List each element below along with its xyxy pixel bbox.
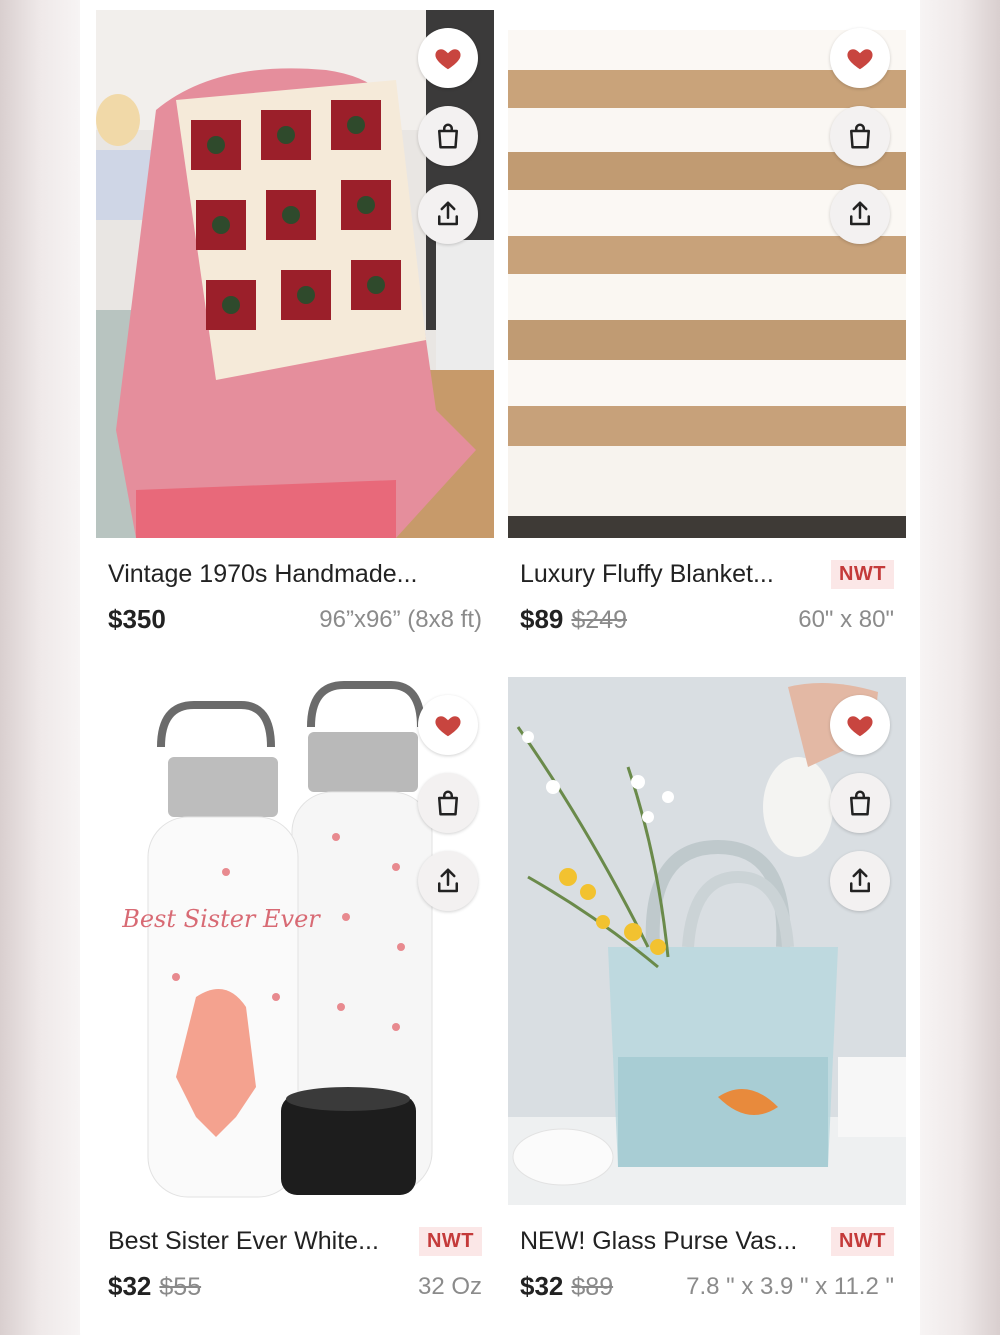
listing-photo[interactable] xyxy=(508,677,906,1205)
current-price: $32 xyxy=(108,1271,152,1301)
listing-size: 7.8 " x 3.9 " x 11.2 " xyxy=(686,1273,894,1300)
listing-title[interactable]: Best Sister Ever White... xyxy=(108,1227,379,1256)
listing-price: $89 $249 xyxy=(520,604,627,635)
listing-card-bottles[interactable]: Best Sister Ever Best Sister Ever White.… xyxy=(96,677,494,1335)
listing-grid: Vintage 1970s Handmade... $350 96”x96” (… xyxy=(80,0,920,1333)
shopping-bag-icon xyxy=(850,790,870,816)
shopping-bag-icon xyxy=(850,123,870,149)
listing-size: 96”x96” (8x8 ft) xyxy=(319,606,482,633)
listing-actions xyxy=(830,695,892,929)
current-price: $32 xyxy=(520,1271,564,1301)
original-price: $249 xyxy=(571,606,628,634)
like-button[interactable] xyxy=(830,28,890,88)
heart-icon xyxy=(847,716,873,737)
current-price: $89 xyxy=(520,604,564,634)
listing-title[interactable]: NEW! Glass Purse Vas... xyxy=(520,1227,797,1256)
share-button[interactable] xyxy=(830,184,890,244)
heart-icon xyxy=(847,49,873,70)
listing-size: 60" x 80" xyxy=(798,606,894,633)
nwt-badge: NWT xyxy=(830,1227,894,1256)
share-icon xyxy=(438,201,458,226)
listing-actions xyxy=(418,28,480,262)
listing-meta: Luxury Fluffy Blanket... NWT $89 $249 60"… xyxy=(508,538,906,668)
heart-icon xyxy=(435,716,461,737)
listing-price: $32 $89 xyxy=(520,1271,613,1302)
share-button[interactable] xyxy=(418,184,478,244)
listing-meta: Vintage 1970s Handmade... $350 96”x96” (… xyxy=(96,538,494,668)
listing-title[interactable]: Luxury Fluffy Blanket... xyxy=(520,560,774,589)
like-button[interactable] xyxy=(418,28,478,88)
listing-card-blanket[interactable]: Luxury Fluffy Blanket... NWT $89 $249 60"… xyxy=(508,10,906,668)
listing-actions xyxy=(830,28,892,262)
like-button[interactable] xyxy=(418,695,478,755)
share-icon xyxy=(438,868,458,893)
shopping-bag-icon xyxy=(438,123,458,149)
share-icon xyxy=(850,201,870,226)
listing-meta: NEW! Glass Purse Vas... NWT $32 $89 7.8 "… xyxy=(508,1205,906,1335)
original-price: $89 xyxy=(571,1273,614,1301)
add-to-bundle-button[interactable] xyxy=(830,773,890,833)
add-to-bundle-button[interactable] xyxy=(830,106,890,166)
original-price: $55 xyxy=(159,1273,202,1301)
listing-size: 32 Oz xyxy=(417,1273,482,1300)
nwt-badge: NWT xyxy=(830,560,894,589)
listing-photo[interactable]: Best Sister Ever xyxy=(96,677,494,1205)
nwt-badge: NWT xyxy=(418,1227,482,1256)
share-button[interactable] xyxy=(418,851,478,911)
listing-price: $350 xyxy=(108,604,166,635)
add-to-bundle-button[interactable] xyxy=(418,106,478,166)
heart-icon xyxy=(435,49,461,70)
like-button[interactable] xyxy=(830,695,890,755)
current-price: $350 xyxy=(108,604,166,634)
listing-photo[interactable] xyxy=(508,10,906,538)
listing-photo[interactable] xyxy=(96,10,494,538)
shopping-bag-icon xyxy=(438,790,458,816)
bottle-print-text: Best Sister Ever xyxy=(121,905,321,933)
listing-meta: Best Sister Ever White... NWT $32 $55 32 … xyxy=(96,1205,494,1335)
listing-actions xyxy=(418,695,480,929)
add-to-bundle-button[interactable] xyxy=(418,773,478,833)
listing-price: $32 $55 xyxy=(108,1271,201,1302)
share-button[interactable] xyxy=(830,851,890,911)
listing-card-quilt[interactable]: Vintage 1970s Handmade... $350 96”x96” (… xyxy=(96,10,494,668)
listing-title[interactable]: Vintage 1970s Handmade... xyxy=(108,560,418,589)
share-icon xyxy=(850,868,870,893)
listing-card-vase[interactable]: NEW! Glass Purse Vas... NWT $32 $89 7.8 "… xyxy=(508,677,906,1335)
